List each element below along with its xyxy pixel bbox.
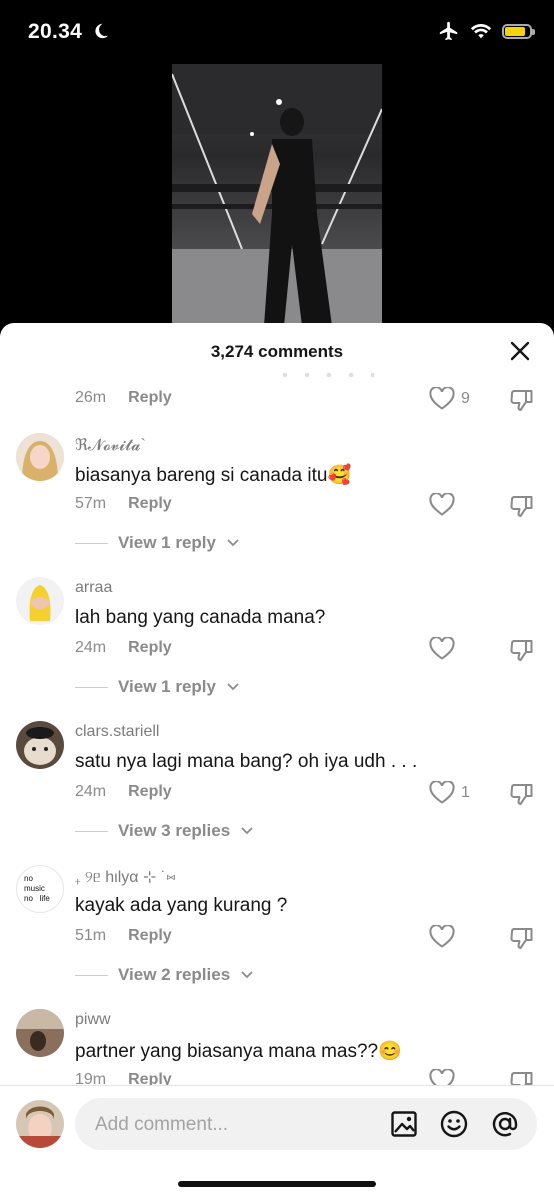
- view-replies-button[interactable]: View 3 replies: [75, 821, 254, 841]
- comment-username[interactable]: ₊ ୨ᥱ hιlyα ⊹ ˙⑅: [75, 867, 176, 887]
- heart-icon: [429, 1069, 455, 1085]
- wifi-icon: [470, 24, 492, 39]
- avatar[interactable]: [16, 577, 64, 625]
- battery-icon: [502, 23, 535, 39]
- chevron-down-icon: [241, 827, 253, 835]
- view-replies-button[interactable]: View 1 reply: [75, 677, 240, 697]
- avatar[interactable]: [16, 1009, 64, 1057]
- reply-button[interactable]: Reply: [128, 1071, 172, 1085]
- like-button[interactable]: [429, 925, 461, 949]
- comments-sheet: 3,274 comments 26m Reply 9 ℜ𝓝𝓸𝓿𝓲𝓽𝓪` biasa…: [0, 323, 554, 1199]
- dislike-icon[interactable]: [509, 637, 535, 663]
- comment-meta: 24m Reply: [75, 783, 172, 801]
- comment-username[interactable]: clars.stariell: [75, 723, 159, 741]
- reply-button[interactable]: Reply: [128, 783, 172, 800]
- comment-time: 24m: [75, 783, 107, 800]
- comment-meta: 26m Reply: [75, 389, 172, 407]
- like-count: 9: [461, 390, 470, 407]
- comment-username[interactable]: arraa: [75, 579, 112, 597]
- my-avatar[interactable]: [16, 1100, 64, 1148]
- comment-meta: 24m Reply: [75, 639, 172, 657]
- heart-icon: [429, 925, 455, 948]
- heart-icon: [429, 637, 455, 660]
- comment-username[interactable]: ℜ𝓝𝓸𝓿𝓲𝓽𝓪`: [75, 435, 146, 455]
- reply-button[interactable]: Reply: [128, 927, 172, 944]
- heart-icon: [429, 387, 455, 410]
- status-icons: [438, 20, 535, 42]
- like-button[interactable]: [429, 1069, 461, 1085]
- comments-list[interactable]: 26m Reply 9 ℜ𝓝𝓸𝓿𝓲𝓽𝓪` biasanya bareng si c…: [0, 369, 554, 1085]
- comment-text: kayak ada yang kurang ?: [75, 895, 288, 916]
- reply-button[interactable]: Reply: [128, 389, 172, 406]
- view-replies-label: View 2 replies: [118, 965, 231, 984]
- replies-divider: [75, 542, 108, 544]
- moon-icon: [95, 23, 109, 39]
- dislike-icon[interactable]: [509, 925, 535, 951]
- avatar[interactable]: [16, 433, 64, 481]
- avatar[interactable]: [16, 721, 64, 769]
- clock: 20.34: [28, 20, 83, 43]
- video-preview[interactable]: [172, 64, 382, 326]
- view-replies-label: View 1 reply: [118, 677, 216, 696]
- view-replies-label: View 3 replies: [118, 821, 231, 840]
- like-button[interactable]: [429, 493, 461, 517]
- reply-button[interactable]: Reply: [128, 639, 172, 656]
- comment-text: partner yang biasanya mana mas??😊: [75, 1041, 402, 1062]
- like-count: 1: [461, 784, 470, 801]
- comments-count: 3,274 comments: [210, 342, 344, 361]
- comment-time: 51m: [75, 927, 107, 944]
- avatar-text: no music no life: [24, 874, 50, 903]
- home-indicator: [178, 1181, 376, 1187]
- avatar[interactable]: no music no life: [16, 865, 64, 913]
- comment-input[interactable]: Add comment...: [75, 1098, 537, 1150]
- comment-time: 57m: [75, 495, 107, 512]
- dislike-icon[interactable]: [509, 387, 535, 413]
- comment-input-bar: Add comment...: [0, 1086, 554, 1199]
- emoji-icon[interactable]: [440, 1110, 468, 1138]
- comment-text: lah bang yang canada mana?: [75, 607, 326, 628]
- heart-icon: [429, 493, 455, 516]
- chevron-down-icon: [227, 683, 239, 691]
- comment-meta: 51m Reply: [75, 927, 172, 945]
- comment-time: 19m: [75, 1071, 107, 1085]
- image-icon[interactable]: [390, 1110, 418, 1138]
- comment-text: satu nya lagi mana bang? oh iya udh . . …: [75, 751, 418, 772]
- comment-input-placeholder: Add comment...: [95, 1114, 229, 1135]
- reply-button[interactable]: Reply: [128, 495, 172, 512]
- like-button[interactable]: 1: [429, 781, 470, 805]
- video-frame-image: [172, 64, 382, 326]
- comment-meta: 57m Reply: [75, 495, 172, 513]
- replies-divider: [75, 974, 108, 976]
- chevron-down-icon: [241, 971, 253, 979]
- chevron-down-icon: [227, 539, 239, 547]
- comment-meta: 19m Reply: [75, 1071, 172, 1085]
- replies-divider: [75, 686, 108, 688]
- replies-divider: [75, 830, 108, 832]
- like-button[interactable]: [429, 637, 461, 661]
- view-replies-label: View 1 reply: [118, 533, 216, 552]
- comment-time: 26m: [75, 389, 107, 406]
- dislike-icon[interactable]: [509, 781, 535, 807]
- comment-username[interactable]: piww: [75, 1011, 111, 1029]
- close-icon[interactable]: [506, 337, 534, 365]
- like-button[interactable]: 9: [429, 387, 470, 411]
- scroll-indicator: [274, 373, 374, 377]
- status-bar: 20.34: [0, 0, 554, 64]
- mention-icon[interactable]: [491, 1110, 519, 1138]
- view-replies-button[interactable]: View 2 replies: [75, 965, 254, 985]
- airplane-icon: [439, 21, 458, 41]
- comment-text: biasanya bareng si canada itu🥰: [75, 465, 352, 486]
- dislike-icon[interactable]: [509, 493, 535, 519]
- dislike-icon[interactable]: [509, 1069, 535, 1085]
- view-replies-button[interactable]: View 1 reply: [75, 533, 240, 553]
- heart-icon: [429, 781, 455, 804]
- comment-time: 24m: [75, 639, 107, 656]
